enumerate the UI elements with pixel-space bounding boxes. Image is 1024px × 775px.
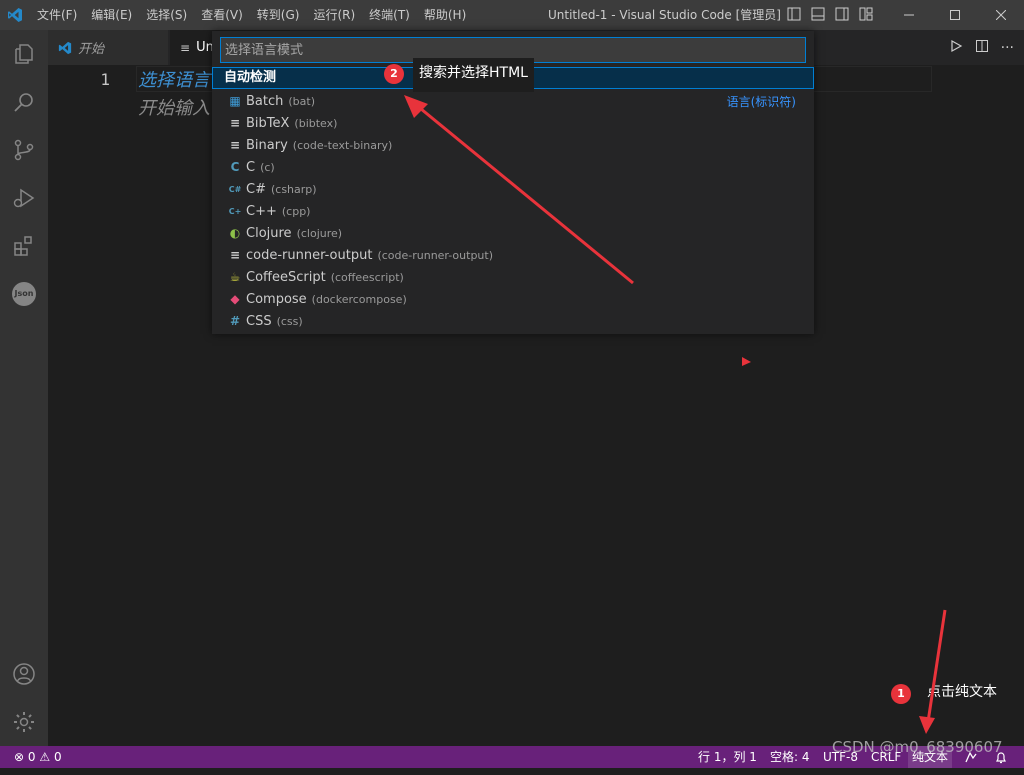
warning-count: 0 xyxy=(53,750,62,764)
cursor-position[interactable]: 行 1，列 1 xyxy=(698,746,757,768)
warning-icon: ⚠ xyxy=(39,750,51,764)
small-red-marker xyxy=(742,357,751,366)
problems-status[interactable]: ⊗ 0 ⚠ 0 xyxy=(14,746,62,768)
arrow-to-plaintext xyxy=(919,609,947,734)
arrow-to-search xyxy=(404,95,634,285)
error-count: 0 xyxy=(27,750,36,764)
error-icon: ⊗ xyxy=(14,750,25,764)
csdn-watermark: CSDN @m0_68390607 xyxy=(832,738,1003,756)
indentation-status[interactable]: 空格: 4 xyxy=(770,746,810,768)
annotation-arrows xyxy=(404,95,947,734)
